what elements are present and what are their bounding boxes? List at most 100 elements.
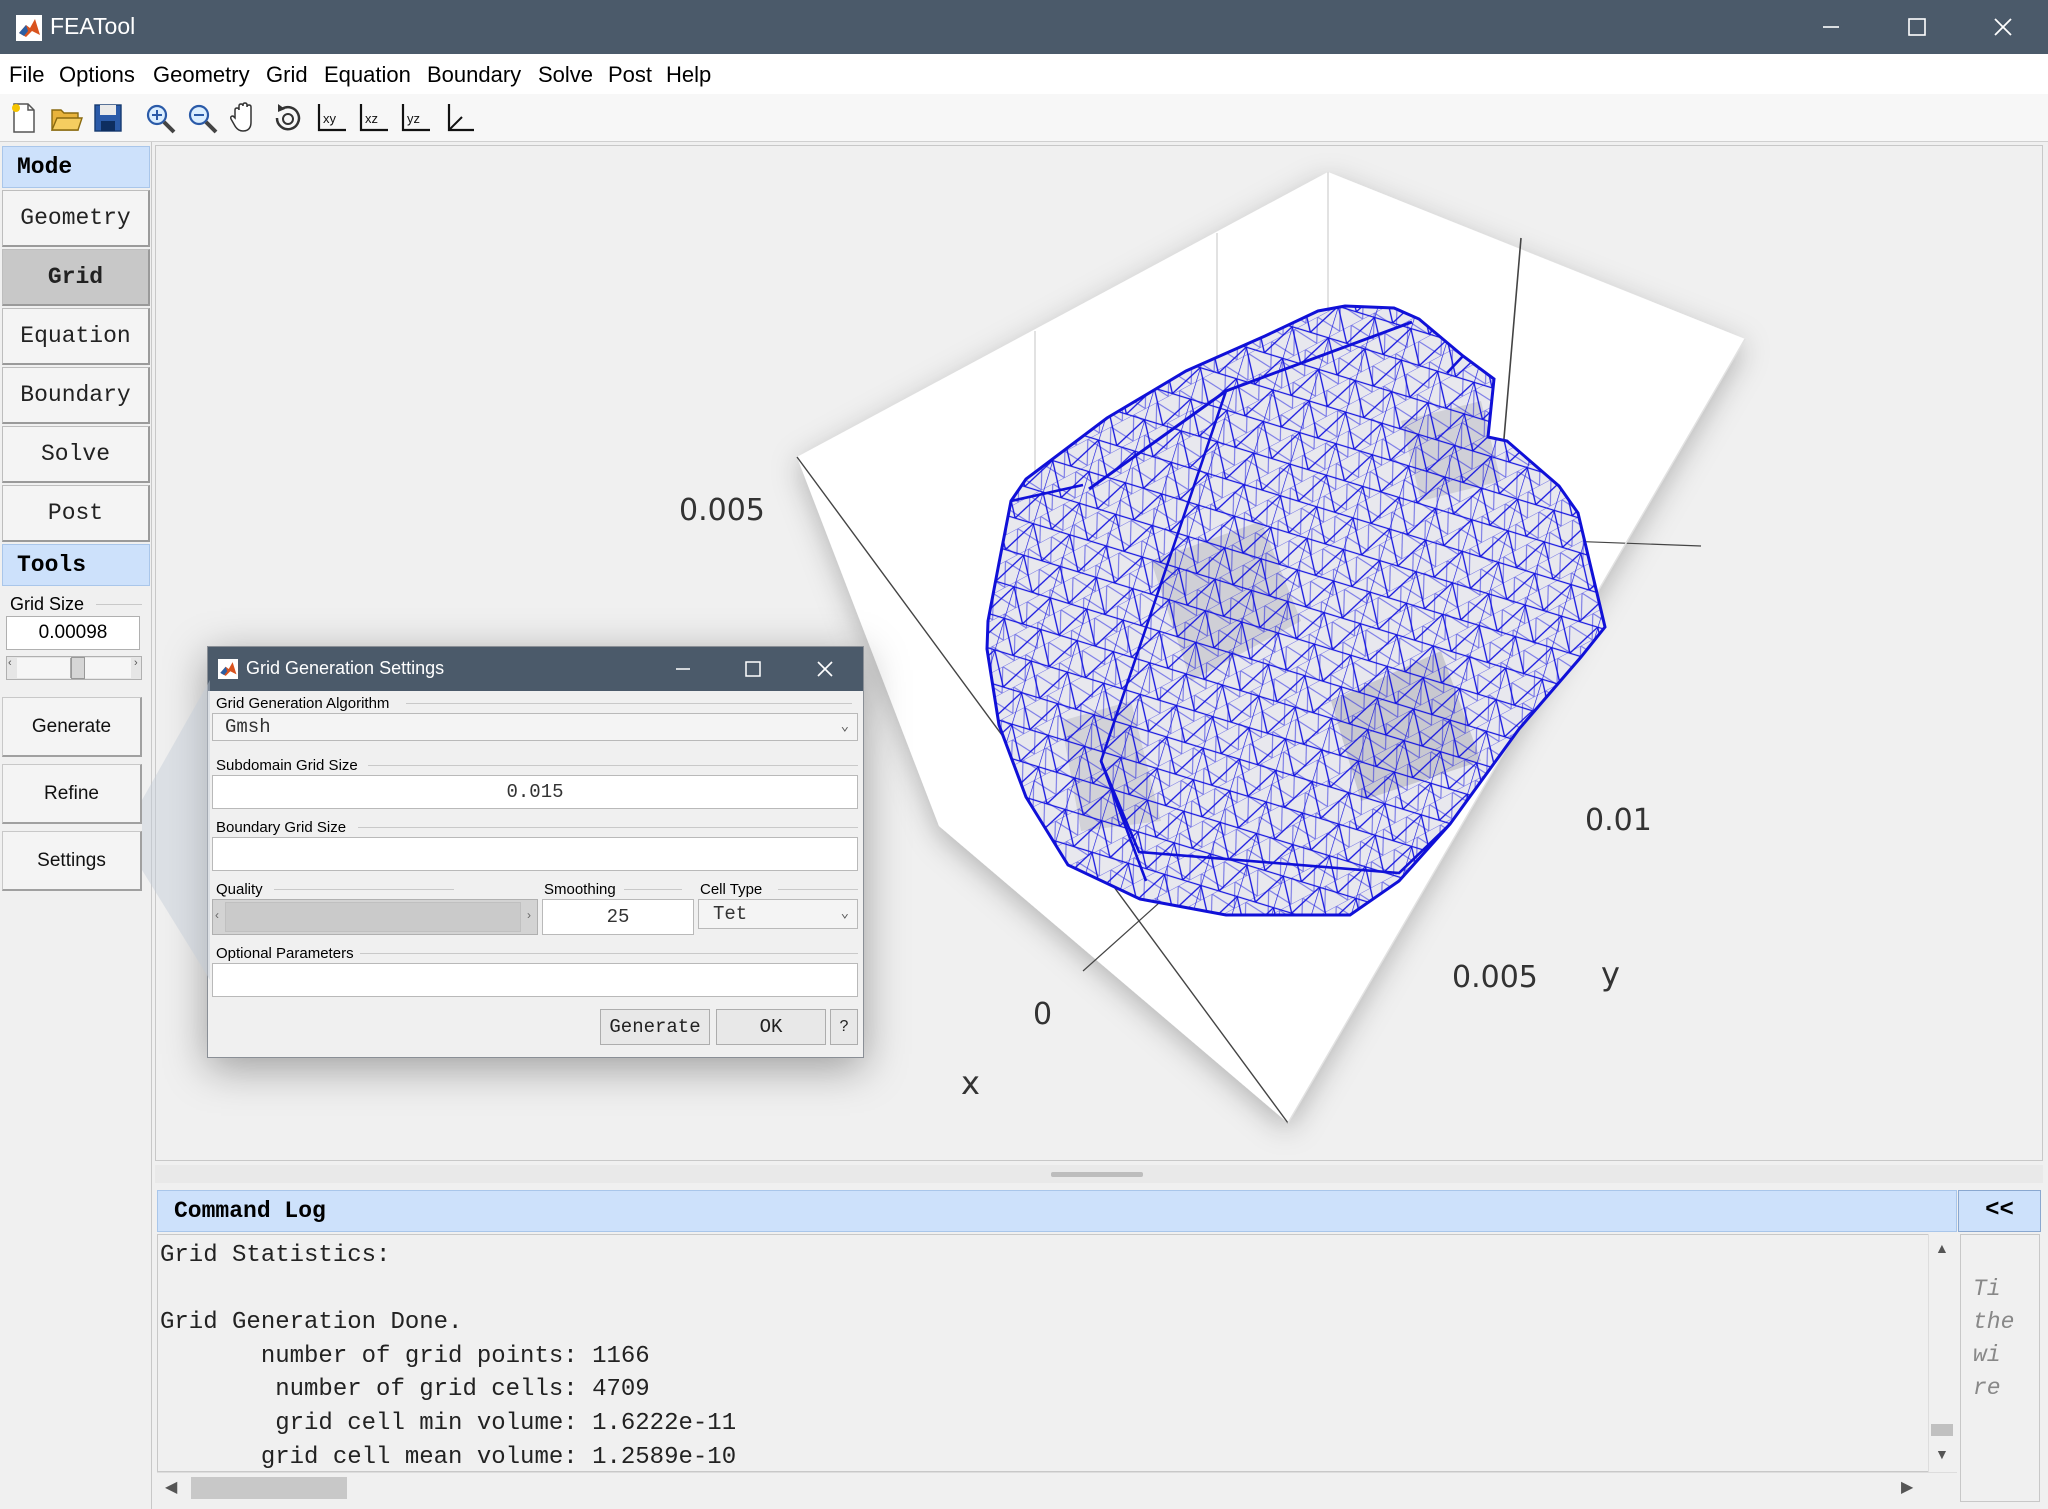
quality-slider-track	[225, 902, 521, 932]
open-icon[interactable]	[48, 100, 84, 136]
quality-slider[interactable]: ‹ ›	[212, 899, 538, 935]
matlab-logo-icon	[16, 15, 42, 41]
window-title: FEATool	[50, 13, 136, 39]
view-xz-icon[interactable]: xz	[356, 100, 392, 136]
splitter-grip[interactable]	[1051, 1172, 1143, 1177]
dialog-help-button[interactable]: ?	[830, 1009, 858, 1045]
grid-size-label: Grid Size	[10, 594, 85, 614]
group-line	[360, 953, 858, 954]
smoothing-label: Smoothing	[544, 881, 616, 898]
algorithm-label: Grid Generation Algorithm	[216, 695, 390, 712]
mode-button-boundary[interactable]: Boundary	[2, 367, 150, 424]
x-tick-label: 0	[1033, 997, 1052, 1032]
slider-right-track	[85, 658, 131, 678]
quality-label: Quality	[216, 881, 263, 898]
rotate-3d-icon[interactable]	[270, 100, 306, 136]
dialog-generate-button[interactable]: Generate	[600, 1009, 710, 1045]
minimize-button[interactable]	[1788, 0, 1874, 54]
menu-boundary[interactable]: Boundary	[427, 62, 521, 88]
menu-bar: File Options Geometry Grid Equation Boun…	[0, 54, 2048, 94]
group-line	[624, 889, 682, 890]
menu-options[interactable]: Options	[59, 62, 135, 88]
menu-equation[interactable]: Equation	[324, 62, 411, 88]
dialog-title: Grid Generation Settings	[246, 658, 445, 678]
menu-post[interactable]: Post	[608, 62, 652, 88]
view-xy-icon[interactable]: xy	[314, 100, 350, 136]
slider-left-arrow-icon[interactable]: ‹	[8, 657, 12, 669]
hscroll-thumb[interactable]	[191, 1477, 347, 1499]
group-line	[406, 703, 852, 704]
close-button[interactable]	[1960, 0, 2046, 54]
scroll-left-icon[interactable]: ◀	[165, 1477, 177, 1497]
quality-right-arrow-icon[interactable]: ›	[527, 908, 531, 922]
chevron-down-icon: ⌄	[840, 906, 849, 922]
dialog-ok-button[interactable]: OK	[716, 1009, 826, 1045]
grid-settings-dialog: Grid Generation Settings Grid Generation…	[207, 646, 864, 1058]
mode-button-solve[interactable]: Solve	[2, 426, 150, 483]
view-3d-axes-icon[interactable]	[442, 100, 478, 136]
dialog-close-icon[interactable]	[816, 660, 834, 678]
generate-button[interactable]: Generate	[2, 697, 142, 757]
mode-button-equation[interactable]: Equation	[2, 308, 150, 365]
menu-geometry[interactable]: Geometry	[153, 62, 250, 88]
view-yz-icon[interactable]: yz	[398, 100, 434, 136]
menu-solve[interactable]: Solve	[538, 62, 593, 88]
slider-left-track	[17, 658, 71, 678]
mode-header: Mode	[2, 146, 150, 188]
vscroll-thumb[interactable]	[1931, 1424, 1953, 1436]
log-line: Grid Statistics:	[160, 1242, 391, 1269]
slider-right-arrow-icon[interactable]: ›	[134, 657, 138, 669]
grid-size-slider[interactable]: ‹ ›	[6, 656, 142, 680]
cell-type-select-value: Tet	[713, 903, 748, 925]
slider-thumb[interactable]	[71, 657, 85, 679]
zoom-in-icon[interactable]	[142, 100, 178, 136]
mode-button-post[interactable]: Post	[2, 485, 150, 542]
tip-line: re	[1973, 1375, 2001, 1401]
zoom-out-icon[interactable]	[184, 100, 220, 136]
dialog-minimize-icon[interactable]	[674, 660, 692, 678]
log-horizontal-scrollbar[interactable]: ◀ ▶	[157, 1472, 1957, 1502]
tip-line: wi	[1973, 1342, 2001, 1368]
dialog-maximize-icon[interactable]	[744, 660, 762, 678]
mode-button-geometry[interactable]: Geometry	[2, 190, 150, 247]
tip-line: the	[1973, 1309, 2015, 1335]
dialog-title-bar[interactable]: Grid Generation Settings	[208, 647, 863, 691]
y-axis-label: y	[1601, 955, 1620, 993]
maximize-button[interactable]	[1874, 0, 1960, 54]
algorithm-select[interactable]: Gmsh ⌄	[212, 713, 858, 741]
optional-parameters-input[interactable]	[212, 963, 858, 997]
command-log-text[interactable]: Grid Statistics: Grid Generation Done. n…	[157, 1234, 1931, 1472]
scroll-up-icon[interactable]: ▲	[1935, 1240, 1949, 1256]
smoothing-input[interactable]: 25	[542, 899, 694, 935]
svg-text:yz: yz	[407, 111, 420, 126]
log-vertical-scrollbar[interactable]: ▲ ▼	[1928, 1234, 1956, 1472]
scroll-right-icon[interactable]: ▶	[1901, 1477, 1913, 1497]
settings-button[interactable]: Settings	[2, 831, 142, 891]
log-line: grid cell mean volume: 1.2589e-10	[160, 1443, 737, 1471]
menu-help[interactable]: Help	[666, 62, 711, 88]
pan-icon[interactable]	[226, 100, 262, 136]
y-tick-label-2: 0.005	[1452, 960, 1538, 995]
collapse-button[interactable]: <<	[1958, 1190, 2041, 1232]
save-icon[interactable]	[90, 100, 126, 136]
minimize-icon	[1823, 26, 1839, 28]
refine-button[interactable]: Refine	[2, 764, 142, 824]
grid-size-groupline	[96, 604, 142, 605]
x-axis-label: x	[961, 1064, 980, 1102]
tips-panel: Ti the wi re	[1960, 1234, 2040, 1502]
title-bar: FEATool	[0, 0, 2048, 54]
grid-size-input[interactable]: 0.00098	[6, 616, 140, 650]
left-panel: Mode Geometry Grid Equation Boundary Sol…	[0, 142, 152, 1509]
mode-button-grid[interactable]: Grid	[2, 249, 150, 306]
menu-file[interactable]: File	[9, 62, 44, 88]
menu-grid[interactable]: Grid	[266, 62, 308, 88]
new-icon[interactable]	[6, 100, 42, 136]
quality-left-arrow-icon[interactable]: ‹	[215, 908, 219, 922]
scroll-down-icon[interactable]: ▼	[1935, 1446, 1949, 1462]
boundary-grid-size-input[interactable]	[212, 837, 858, 871]
cell-type-select[interactable]: Tet ⌄	[698, 899, 858, 929]
panel-splitter[interactable]	[155, 1165, 2043, 1183]
subdomain-grid-size-input[interactable]: 0.015	[212, 775, 858, 809]
y-tick-label-1: 0.01	[1585, 803, 1652, 838]
maximize-icon	[1908, 18, 1926, 36]
